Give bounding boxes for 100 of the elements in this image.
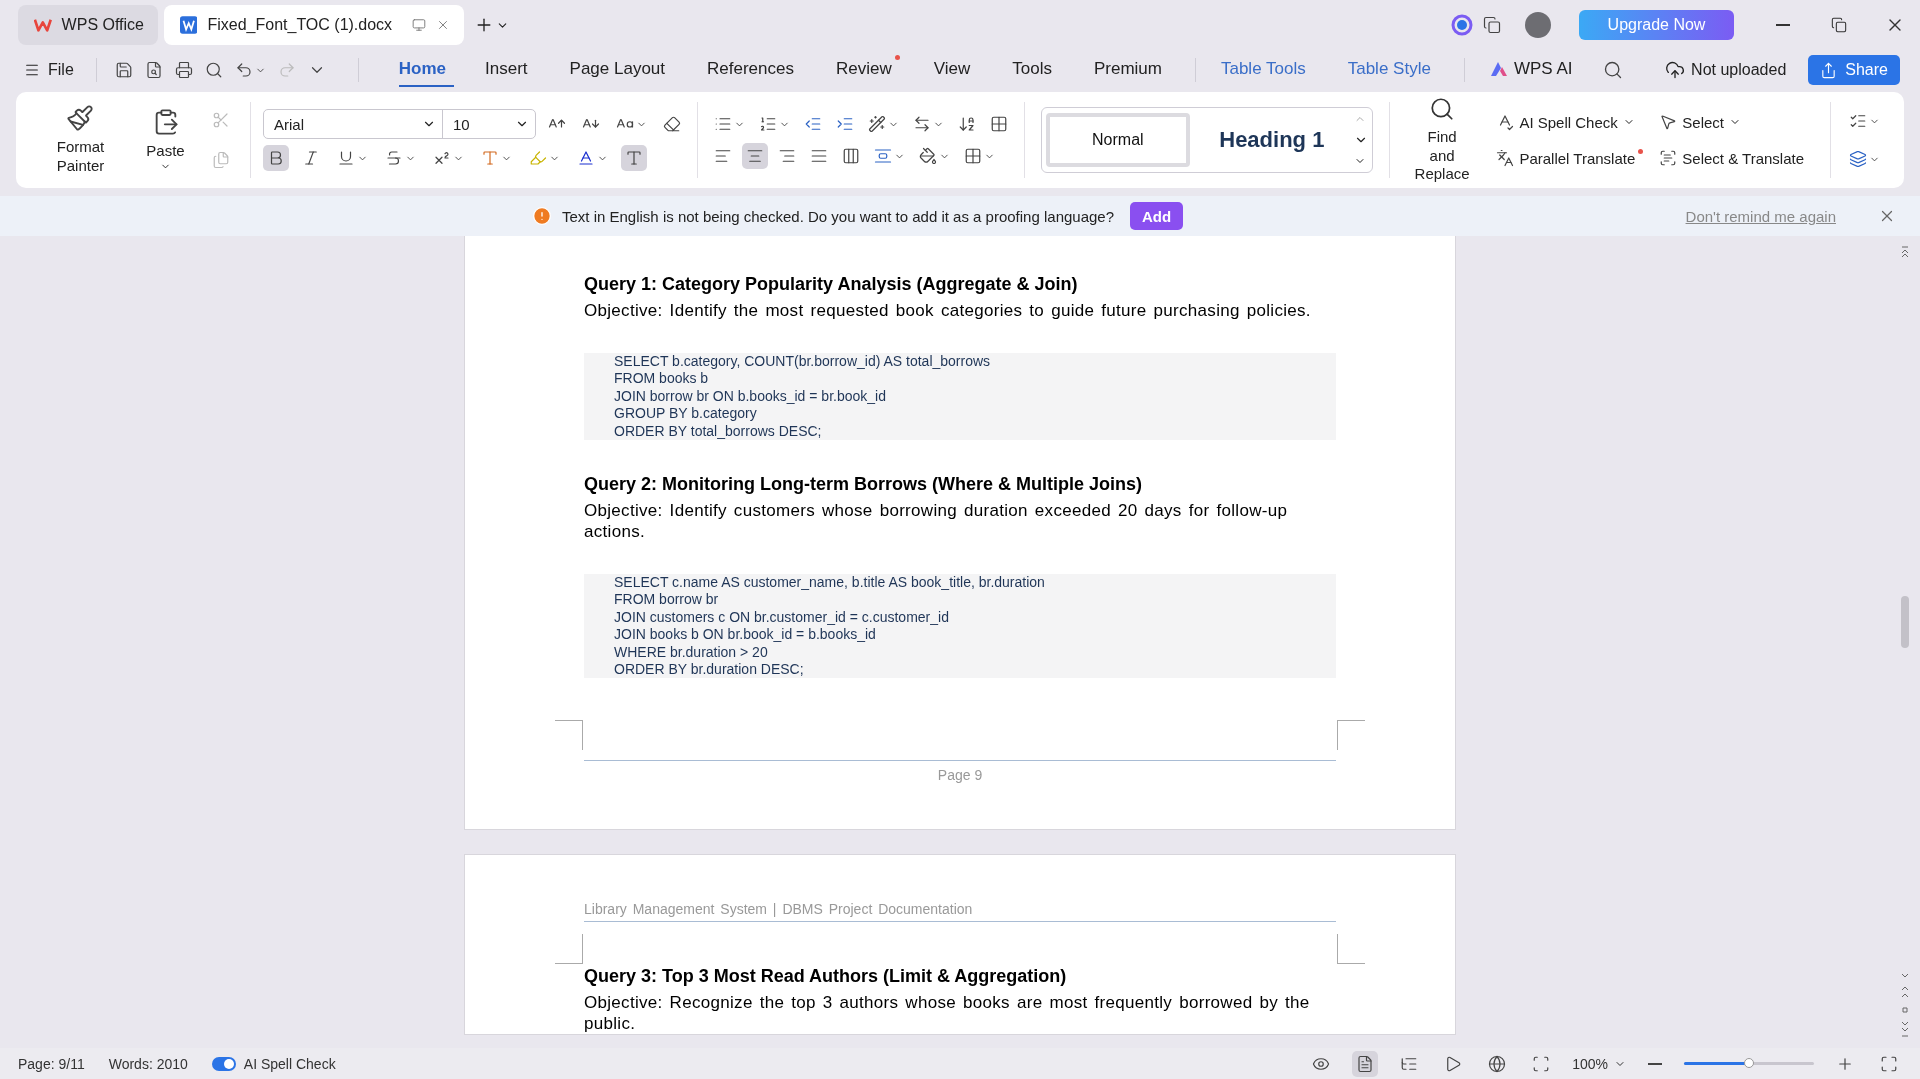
zoom-out-icon	[1648, 1062, 1662, 1065]
bullet-list-icon	[713, 115, 732, 133]
character-shading-button[interactable]	[620, 145, 647, 171]
undo-icon	[234, 61, 253, 79]
document-icon	[180, 15, 198, 35]
crop-mark	[555, 720, 583, 751]
warning-icon	[532, 206, 552, 226]
page-view-button[interactable]	[1352, 1050, 1379, 1077]
paintbrush-icon	[66, 104, 95, 133]
window-icon	[1483, 16, 1501, 34]
align-right-icon	[777, 147, 796, 165]
save-icon	[114, 61, 133, 79]
ribbon-tab[interactable]: Tools	[1012, 53, 1060, 87]
translate-icon	[1496, 149, 1515, 167]
document-tab[interactable]: WPS Office	[18, 5, 158, 45]
page-view-icon	[1356, 1054, 1375, 1073]
share-button[interactable]: Share	[1808, 55, 1900, 85]
pointer-icon	[1659, 113, 1678, 131]
tool-button[interactable]: Select & Translate	[1657, 147, 1812, 169]
tool-button[interactable]: Select	[1657, 111, 1812, 133]
section-heading: Query 2: Monitoring Long-term Borrows (Where & Multiple Joins)	[584, 473, 1143, 497]
monitor-icon	[412, 17, 427, 33]
notification-message: Text in English is not being checked. Do you want to add it as a proofing language?	[562, 207, 1115, 225]
ribbon-tab[interactable]: Insert	[485, 53, 536, 87]
file-menu[interactable]: File	[20, 57, 82, 83]
upload-status-button[interactable]: Not uploaded	[1659, 59, 1793, 81]
fullscreen-icon	[1880, 1054, 1898, 1073]
line-spacing-icon	[873, 147, 892, 165]
search-icon	[1603, 60, 1624, 80]
format-painter-button[interactable]: Format Painter	[38, 103, 123, 177]
text-effect-icon	[480, 149, 499, 167]
cloud-upload-icon	[1665, 60, 1686, 80]
minimize-icon	[1776, 24, 1790, 26]
align-distributed-icon	[841, 147, 860, 165]
paragraph: Objective: Identify the most requested book categories to guide future purchasing policies.	[584, 300, 1312, 321]
scan-text-icon	[1659, 149, 1678, 167]
ribbon-tab[interactable]: Home	[398, 53, 454, 87]
find-replace-button[interactable]: Find and Replace	[1407, 94, 1477, 186]
upgrade-button[interactable]: Upgrade Now	[1579, 10, 1734, 40]
restore-icon	[1831, 17, 1847, 33]
page-header: Library Management System | DBMS Project Documentation	[584, 901, 974, 918]
copy-icon	[212, 151, 230, 169]
section-heading: Query 3: Top 3 Most Read Authors (Limit & Aggregation)	[584, 965, 1068, 989]
ribbon-tab[interactable]: Review	[835, 53, 900, 87]
paste-button[interactable]: Paste	[137, 107, 194, 173]
play-view-icon	[1444, 1054, 1463, 1073]
shading-icon	[918, 147, 937, 165]
superscript-icon	[432, 149, 451, 167]
increase-indent-icon	[835, 115, 854, 133]
ribbon-tab[interactable]: View	[933, 53, 979, 87]
sort-icon	[957, 115, 976, 133]
bold-button[interactable]	[262, 145, 289, 171]
align-justify-icon	[809, 147, 828, 165]
highlighter-icon	[528, 149, 547, 167]
word-count[interactable]: Words: 2010	[108, 1055, 188, 1072]
search-icon	[1429, 95, 1456, 122]
ribbon-tab[interactable]: Table Tools	[1220, 53, 1314, 87]
print-icon	[174, 61, 193, 79]
swap-icon	[912, 115, 931, 133]
globe-view-icon	[1488, 1054, 1507, 1073]
user-avatar[interactable]	[1525, 12, 1551, 38]
style-option[interactable]: Normal	[1045, 113, 1190, 167]
align-left-icon	[713, 147, 732, 165]
ribbon-tab[interactable]: Page Layout	[569, 53, 673, 87]
ai-logo-icon	[1489, 61, 1508, 77]
section-heading: Query 1: Category Popularity Analysis (Aggregate & Join)	[584, 273, 1079, 296]
ribbon-tab[interactable]: Premium	[1093, 53, 1170, 87]
spell-check-toggle[interactable]: AI Spell Check	[211, 1055, 336, 1072]
crop-mark	[555, 934, 583, 965]
tool-button[interactable]: AI Spell Check	[1494, 111, 1644, 133]
logo-icon	[34, 17, 52, 33]
character-shading-icon	[624, 149, 643, 167]
table-grid-icon	[989, 115, 1008, 133]
menu-icon	[24, 62, 40, 78]
document-tab[interactable]: Fixed_Font_TOC (1).docx	[164, 5, 464, 45]
crop-mark	[1337, 934, 1365, 965]
align-center-button[interactable]	[741, 143, 768, 169]
paragraph: Objective: Recognize the top 3 authors whose books are most frequently borrowed by the public.	[584, 992, 1311, 1035]
numbered-list-icon	[758, 115, 777, 133]
page-footer: Page 9	[465, 767, 1455, 784]
borders-icon	[963, 147, 982, 165]
redo-icon	[277, 61, 296, 79]
decrease-indent-icon	[803, 115, 822, 133]
crop-mark	[1337, 720, 1365, 751]
share-icon	[1820, 61, 1838, 79]
ribbon-tab[interactable]: WPS AI	[1489, 53, 1581, 87]
assistant-icon[interactable]	[1451, 14, 1473, 36]
frame-view-icon	[1532, 1054, 1551, 1073]
tool-button[interactable]: Parallel Translate	[1494, 147, 1644, 169]
zoom-level[interactable]: 100%	[1572, 1055, 1608, 1072]
scrollbar-thumb[interactable]	[1901, 596, 1909, 648]
ribbon-tab[interactable]: Table Style	[1347, 53, 1439, 87]
cut-icon	[212, 111, 230, 129]
eraser-icon	[662, 115, 681, 133]
paragraph: Objective: Identify customers whose borrowing duration exceeded 20 days for follow-up actions.	[584, 500, 1289, 543]
add-button[interactable]: Add	[1130, 202, 1184, 230]
layers-icon	[1848, 150, 1867, 168]
page-count[interactable]: Page: 9/11	[18, 1055, 85, 1072]
align-center-icon	[745, 147, 764, 165]
ribbon-tab[interactable]: References	[707, 53, 802, 87]
